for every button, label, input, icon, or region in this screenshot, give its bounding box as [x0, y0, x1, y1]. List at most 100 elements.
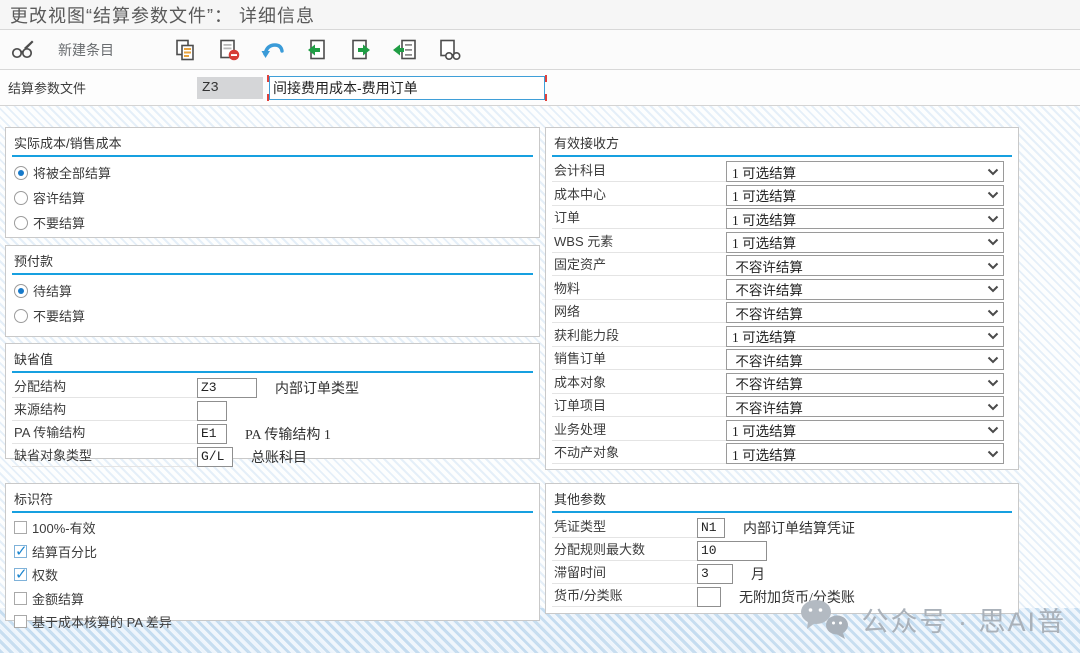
fixed-asset-dropdown[interactable]: 不容许结算	[726, 255, 1004, 276]
field-row-allocation-structure: 分配结构 Z3 内部订单类型	[12, 376, 533, 399]
profile-key-row: 结算参数文件 Z3	[0, 70, 1080, 106]
document-glasses-icon	[436, 38, 462, 62]
sales-order-dropdown[interactable]: 不容许结算	[726, 349, 1004, 370]
chevron-down-icon	[987, 285, 999, 293]
dropdown-value: 不容许结算	[732, 397, 987, 417]
copy-documents-icon	[173, 38, 197, 62]
profile-key-field: Z3	[197, 77, 263, 99]
radio-icon[interactable]	[14, 216, 28, 230]
undo-change-icon[interactable]	[258, 35, 288, 65]
cost-center-dropdown[interactable]: 1 可选结算	[726, 185, 1004, 206]
dropdown-value: 1 可选结算	[732, 185, 987, 205]
currency-ledger-input[interactable]	[697, 587, 721, 607]
chevron-down-icon	[987, 332, 999, 340]
radio-icon[interactable]	[14, 309, 28, 323]
checkbox-row-100pct-validation[interactable]: 100%-有效	[12, 516, 533, 540]
checkbox-icon[interactable]	[14, 568, 27, 581]
other-entry-icon[interactable]	[390, 35, 420, 65]
profile-description-input[interactable]	[269, 76, 545, 100]
dropdown-value: 不容许结算	[732, 303, 987, 323]
material-dropdown[interactable]: 不容许结算	[726, 279, 1004, 300]
dropdown-value: 不容许结算	[732, 373, 987, 393]
radio-label: 待结算	[33, 281, 72, 300]
field-label: 分配规则最大数	[552, 540, 697, 561]
dropdown-value: 不容许结算	[732, 279, 987, 299]
checkbox-icon[interactable]	[14, 521, 27, 534]
receiver-label: 成本对象	[552, 373, 726, 394]
dropdown-value: 不容许结算	[732, 256, 987, 276]
checkbox-row-amount-settlement[interactable]: 金额结算	[12, 587, 533, 611]
chevron-down-icon	[987, 238, 999, 246]
radio-icon[interactable]	[14, 166, 28, 180]
chevron-down-icon	[987, 168, 999, 176]
radio-icon[interactable]	[14, 284, 28, 298]
chevron-down-icon	[987, 191, 999, 199]
field-label: 凭证类型	[552, 517, 697, 538]
radio-row-dp-to-settle[interactable]: 待结算	[12, 278, 533, 303]
order-item-dropdown[interactable]: 不容许结算	[726, 396, 1004, 417]
group-title-rule	[12, 371, 533, 373]
field-row-source-structure: 来源结构	[12, 399, 533, 422]
radio-label: 将被全部结算	[33, 163, 111, 182]
group-title: 实际成本/销售成本	[12, 131, 533, 155]
document-arrow-into-icon	[392, 38, 418, 62]
checkbox-row-percent-settlement[interactable]: 结算百分比	[12, 540, 533, 564]
copy-as-icon[interactable]	[170, 35, 200, 65]
receiver-row-order: 订单 1 可选结算	[552, 207, 1012, 231]
group-title-rule	[552, 155, 1012, 157]
max-distribution-rules-input[interactable]: 10	[697, 541, 767, 561]
wbs-element-dropdown[interactable]: 1 可选结算	[726, 232, 1004, 253]
change-display-toggle-icon[interactable]	[8, 35, 38, 65]
default-object-type-input[interactable]: G/L	[197, 447, 233, 467]
radio-row-dp-none[interactable]: 不要结算	[12, 303, 533, 328]
pa-transfer-structure-input[interactable]: E1	[197, 424, 227, 444]
group-indicators: 标识符 100%-有效 结算百分比 权数 金额结算 基于成本核算的 PA 差异	[5, 483, 540, 621]
detail-content: 实际成本/销售成本 将被全部结算 容许结算 不要结算 预付款 待结算 不要结算 …	[0, 106, 1080, 653]
field-description: 月	[751, 564, 765, 584]
order-dropdown[interactable]: 1 可选结算	[726, 208, 1004, 229]
real-estate-object-dropdown[interactable]: 1 可选结算	[726, 443, 1004, 464]
field-label: 缺省对象类型	[12, 446, 197, 467]
previous-entry-icon[interactable]	[302, 35, 332, 65]
display-bc-set-icon[interactable]	[434, 35, 464, 65]
new-entries-label: 新建条目	[52, 40, 120, 60]
document-arrow-right-icon	[349, 38, 373, 62]
checkbox-icon[interactable]	[14, 545, 27, 558]
next-entry-icon[interactable]	[346, 35, 376, 65]
dropdown-value: 1 可选结算	[732, 209, 987, 229]
receiver-row-profitability-segment: 获利能力段 1 可选结算	[552, 325, 1012, 349]
allocation-structure-input[interactable]: Z3	[197, 378, 257, 398]
business-process-dropdown[interactable]: 1 可选结算	[726, 420, 1004, 441]
checkbox-icon[interactable]	[14, 615, 27, 628]
gl-account-dropdown[interactable]: 1 可选结算	[726, 161, 1004, 182]
checkbox-icon[interactable]	[14, 592, 27, 605]
checkbox-row-equivalence-numbers[interactable]: 权数	[12, 563, 533, 587]
radio-icon[interactable]	[14, 191, 28, 205]
cost-object-dropdown[interactable]: 不容许结算	[726, 373, 1004, 394]
delete-entry-icon[interactable]	[214, 35, 244, 65]
group-other-params: 其他参数 凭证类型 N1 内部订单结算凭证 分配规则最大数 10 滞留时间 3 …	[545, 483, 1019, 614]
new-entries-button[interactable]: 新建条目	[52, 35, 120, 65]
field-description: 内部订单结算凭证	[743, 518, 855, 538]
receiver-label: WBS 元素	[552, 232, 726, 253]
dropdown-value: 1 可选结算	[732, 326, 987, 346]
receiver-row-order-item: 订单项目 不容许结算	[552, 395, 1012, 419]
title-bar: 更改视图“结算参数文件”： 详细信息	[0, 0, 1080, 30]
radio-row-settle-none[interactable]: 不要结算	[12, 210, 533, 235]
chevron-down-icon	[987, 309, 999, 317]
dropdown-value: 1 可选结算	[732, 232, 987, 252]
radio-row-settle-full[interactable]: 将被全部结算	[12, 160, 533, 185]
radio-row-settle-optional[interactable]: 容许结算	[12, 185, 533, 210]
document-type-input[interactable]: N1	[697, 518, 725, 538]
group-title: 标识符	[12, 487, 533, 511]
source-structure-input[interactable]	[197, 401, 227, 421]
residence-time-input[interactable]: 3	[697, 564, 733, 584]
field-description: PA 传输结构 1	[245, 424, 331, 444]
checkbox-row-pa-variances[interactable]: 基于成本核算的 PA 差异	[12, 610, 533, 634]
checkbox-label: 结算百分比	[32, 542, 97, 561]
receiver-row-wbs-element: WBS 元素 1 可选结算	[552, 231, 1012, 255]
receiver-label: 网络	[552, 302, 726, 323]
profitability-segment-dropdown[interactable]: 1 可选结算	[726, 326, 1004, 347]
receiver-row-material: 物料 不容许结算	[552, 278, 1012, 302]
network-dropdown[interactable]: 不容许结算	[726, 302, 1004, 323]
